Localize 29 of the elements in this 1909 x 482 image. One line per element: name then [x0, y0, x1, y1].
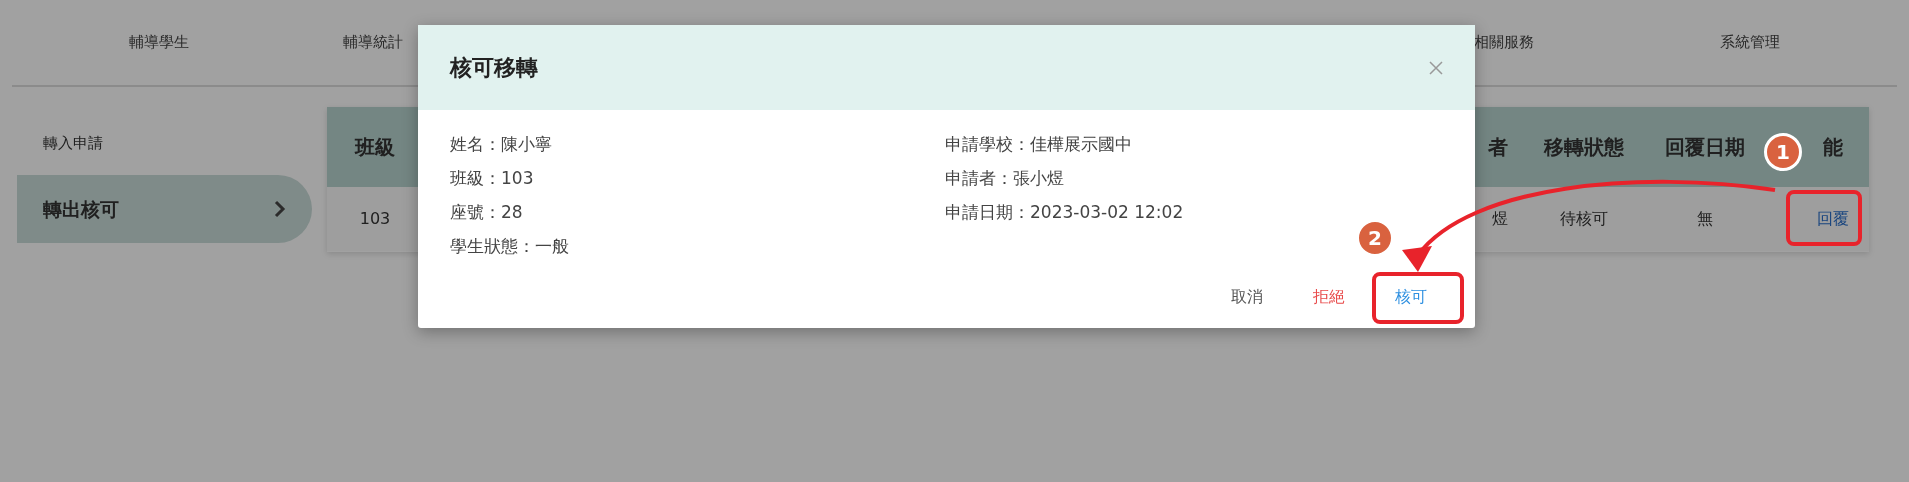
info-text: 申請者：張小煜 [945, 167, 1065, 190]
sidebar-item[interactable]: 轉出核可 [17, 174, 312, 243]
table-cell: 待核可 [1560, 209, 1608, 228]
chevron-right-icon [274, 199, 286, 218]
close-icon[interactable] [1429, 60, 1443, 75]
column-header: 回覆日期 [1665, 135, 1745, 159]
info-text: 申請學校：佳樺展示國中 [945, 133, 1133, 156]
nav-tab[interactable]: 輔導統計 [343, 31, 403, 54]
table-cell: 103 [359, 209, 391, 228]
nav-tab[interactable]: 系統管理 [1720, 31, 1780, 54]
cancel-button[interactable]: 取消 [1211, 275, 1283, 319]
nav-tab[interactable]: 相關服務 [1474, 31, 1534, 54]
column-header: 班級 [355, 135, 395, 159]
info-text: 姓名：陳小寧 [450, 133, 553, 156]
info-text: 座號：28 [450, 201, 524, 224]
column-header: 移轉狀態 [1544, 135, 1624, 159]
column-header: 能 [1822, 135, 1843, 159]
info-text: 學生狀態：一般 [450, 235, 570, 258]
info-text: 班級：103 [450, 167, 535, 190]
reply-link[interactable]: 回覆 [1816, 209, 1849, 228]
reject-button[interactable]: 拒絕 [1293, 275, 1365, 319]
table-cell: 煜 [1492, 209, 1508, 228]
approve-button[interactable]: 核可 [1375, 275, 1447, 319]
column-header: 者 [1488, 135, 1508, 159]
dialog-title: 核可移轉 [450, 54, 538, 82]
sidebar-item[interactable]: 轉入申請 [17, 112, 312, 175]
info-text: 申請日期：2023-03-02 12:02 [945, 201, 1185, 224]
nav-tab[interactable]: 輔導學生 [129, 31, 189, 54]
table-cell: 無 [1697, 209, 1713, 228]
